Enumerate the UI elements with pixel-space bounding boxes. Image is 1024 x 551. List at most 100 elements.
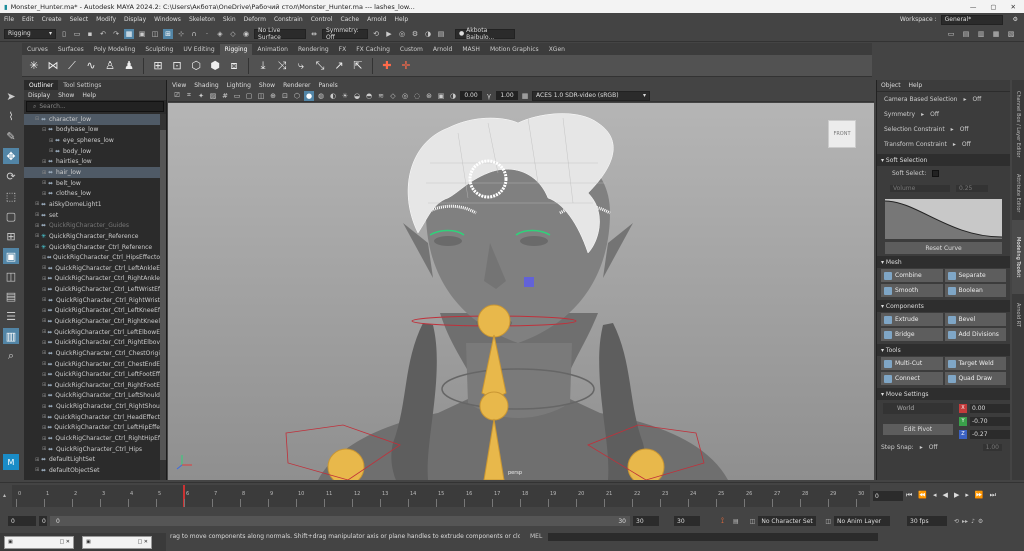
anim-prefs-icon[interactable]: ▤ — [733, 518, 739, 525]
ik-handle-icon[interactable]: ⟋ — [64, 58, 80, 74]
maximize-icon[interactable]: ▢ — [990, 3, 996, 11]
outliner-item[interactable]: ⊞ ⬌ QuickRigCharacter_Ctrl_LeftShould — [24, 391, 160, 402]
outliner-item[interactable]: ⊟ ⬌ character_low — [24, 114, 160, 125]
open-scene-icon[interactable]: ▭ — [72, 29, 82, 39]
step-back-frame-icon[interactable]: ◂ — [933, 491, 937, 500]
shelf-tab-rendering[interactable]: Rendering — [293, 44, 334, 55]
live-surface-field[interactable]: No Live Surface — [254, 27, 306, 41]
combine-button[interactable]: Combine — [881, 269, 943, 282]
scale-tool-icon[interactable]: ⬚ — [3, 188, 19, 204]
selection-constraint-row[interactable]: Selection Constraint ▸ Off — [877, 122, 1010, 137]
lattice-icon[interactable]: ⬢ — [207, 58, 223, 74]
reset-curve-button[interactable]: Reset Curve — [885, 242, 1002, 254]
snap-curve-icon[interactable]: ∩ — [189, 29, 199, 39]
outliner-item[interactable]: ⊞ ⬌ defaultLightSet — [24, 455, 160, 466]
resolution-gate-icon[interactable]: ▢ — [244, 91, 254, 101]
viewport-menu-lighting[interactable]: Lighting — [227, 82, 251, 89]
menu-arnold[interactable]: Arnold — [367, 16, 386, 23]
tab-outliner[interactable]: Outliner — [24, 80, 59, 90]
film-gate-icon[interactable]: ▭ — [232, 91, 242, 101]
mirror-weights-icon[interactable]: ⬡ — [188, 58, 204, 74]
neck-joint[interactable] — [479, 391, 509, 421]
layout-custom-icon[interactable]: ▥ — [3, 328, 19, 344]
layout-graph-icon[interactable]: ▤ — [3, 288, 19, 304]
antialias-icon[interactable]: ◇ — [388, 91, 398, 101]
outliner-item[interactable]: ⊞ ⬌ eye_spheres_low — [24, 135, 160, 146]
shelf-tab-sculpting[interactable]: Sculpting — [140, 44, 178, 55]
pivot-handle[interactable] — [524, 277, 534, 287]
y-field[interactable]: -0.70 — [970, 416, 1010, 426]
shelf-tab-custom[interactable]: Custom — [395, 44, 428, 55]
playback-speed-icon[interactable]: ▸▸ — [962, 518, 968, 525]
locator-icon[interactable]: ✚ — [379, 58, 395, 74]
sidebar-toggle-icon[interactable]: ▭ — [946, 29, 956, 39]
shelf-tab-xgen[interactable]: XGen — [544, 44, 570, 55]
shelf-tab-surfaces[interactable]: Surfaces — [53, 44, 89, 55]
snap-grid-icon[interactable]: ⊹ — [176, 29, 186, 39]
layout-persp-outliner-icon[interactable]: ▣ — [3, 248, 19, 264]
outliner-item[interactable]: ⊞ ⬌ aiSkyDomeLight1 — [24, 199, 160, 210]
bevel-button[interactable]: Bevel — [944, 313, 1006, 326]
exposure-field[interactable]: 0.00 — [460, 91, 482, 100]
falloff-mode-dropdown[interactable]: Volume — [890, 185, 950, 192]
human-ik-icon[interactable]: ♟ — [121, 58, 137, 74]
camera-attributes-icon[interactable]: ⌗ — [184, 91, 194, 101]
side-tab-modeling-toolkit[interactable]: Modeling Toolkit — [1012, 220, 1024, 294]
menu-create[interactable]: Create — [42, 16, 62, 23]
outliner-item[interactable]: ⊞ ⬌ QuickRigCharacter_Ctrl_Hips — [24, 444, 160, 455]
modeling-toolkit-toggle-icon[interactable]: ▤ — [961, 29, 971, 39]
tab-tool-settings[interactable]: Tool Settings — [58, 80, 106, 90]
shelf-tab-animation[interactable]: Animation — [252, 44, 293, 55]
step-forward-key-icon[interactable]: ⏩ — [975, 491, 984, 500]
joint-orient-icon[interactable]: ✛ — [398, 58, 414, 74]
move-settings-header[interactable]: ▾ Move Settings — [877, 388, 1010, 400]
outliner-item[interactable]: ⊞ ⬌ QuickRigCharacter_Ctrl_LeftAnkleE — [24, 263, 160, 274]
boolean-button[interactable]: Boolean — [944, 284, 1006, 297]
fps-dropdown[interactable]: 30 fps — [907, 516, 947, 526]
step-snap-dropdown[interactable]: Off — [929, 444, 938, 451]
field-chart-icon[interactable]: ⊕ — [268, 91, 278, 101]
range-slider[interactable]: 0 30 — [50, 516, 630, 526]
shelf-tab-mash[interactable]: MASH — [457, 44, 485, 55]
colorspace-dropdown[interactable]: ACES 1.0 SDR-video (sRGB) ▾ — [532, 90, 650, 101]
anim-layer-dropdown[interactable]: No Anim Layer — [834, 516, 890, 526]
orient-constraint-icon[interactable]: ⤨ — [274, 58, 290, 74]
shelf-tab-uv-editing[interactable]: UV Editing — [178, 44, 219, 55]
z-field[interactable]: -0.27 — [970, 429, 1010, 439]
menu-deform[interactable]: Deform — [244, 16, 266, 23]
outliner-item[interactable]: ⊞ ⬌ QuickRigCharacter_Ctrl_ChestEndE — [24, 359, 160, 370]
mirror-joints-icon[interactable]: ⋈ — [45, 58, 61, 74]
play-forward-icon[interactable]: ▶ — [954, 491, 959, 500]
channel-box-toggle-icon[interactable]: ▧ — [1006, 29, 1016, 39]
outliner-item[interactable]: ⊞ ⬌ QuickRigCharacter_Ctrl_LeftWristEf — [24, 284, 160, 295]
components-header[interactable]: ▾ Components — [877, 300, 1010, 312]
transform-constraint-row[interactable]: Transform Constraint ▸ Off — [877, 137, 1010, 152]
outliner-item[interactable]: ⊞ ⬌ QuickRigCharacter_Ctrl_HipsEffecto — [24, 252, 160, 263]
play-backward-icon[interactable]: ◀ — [943, 491, 948, 500]
step-forward-frame-icon[interactable]: ▸ — [965, 491, 969, 500]
menu-windows[interactable]: Windows — [154, 16, 181, 23]
move-tool-icon[interactable]: ✥ — [3, 148, 19, 164]
menu-file[interactable]: File — [4, 16, 14, 23]
outliner-item[interactable]: ⊞ ⬌ hair_low — [24, 167, 160, 178]
scale-constraint-icon[interactable]: ⤡ — [312, 58, 328, 74]
extrude-button[interactable]: Extrude — [881, 313, 943, 326]
right-shoulder-joint[interactable] — [627, 448, 665, 480]
outliner-item[interactable]: ⊞ ⬌ QuickRigCharacter_Ctrl_ChestOrigi — [24, 348, 160, 359]
go-to-start-icon[interactable]: ⏮ — [906, 491, 912, 500]
menu-cache[interactable]: Cache — [340, 16, 359, 23]
outliner-item[interactable]: ⊞ ⬌ QuickRigCharacter_Ctrl_LeftHipEffe — [24, 423, 160, 434]
new-scene-icon[interactable]: ▯ — [59, 29, 69, 39]
minimized-window[interactable]: ▣ □ ✕ — [4, 535, 74, 549]
step-snap-field[interactable]: 1.00 — [982, 444, 1002, 451]
make-live-icon[interactable]: ◉ — [241, 29, 251, 39]
menu-edit[interactable]: Edit — [22, 16, 34, 23]
outliner-menu-show[interactable]: Show — [58, 92, 74, 99]
xray-icon[interactable]: ◌ — [412, 91, 422, 101]
ik-spline-icon[interactable]: ∿ — [83, 58, 99, 74]
outliner-item[interactable]: ⊞ ⬌ QuickRigCharacter_Ctrl_RightHipEf — [24, 433, 160, 444]
paint-select-icon[interactable]: ✎ — [3, 128, 19, 144]
outliner-item[interactable]: ⊞ ⬌ clothes_low — [24, 188, 160, 199]
soft-selection-header[interactable]: ▾ Soft Selection — [877, 154, 1010, 166]
outliner-item[interactable]: ⊞ ⬌ QuickRigCharacter_Ctrl_RightElbov — [24, 337, 160, 348]
